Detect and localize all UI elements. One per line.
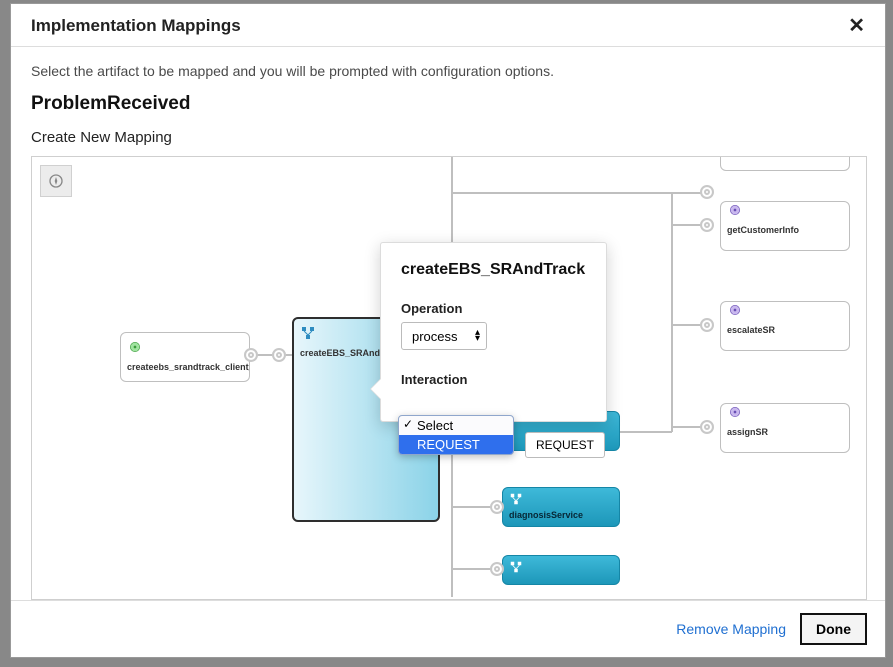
dialog-body: Select the artifact to be mapped and you… <box>11 47 885 600</box>
interaction-label: Interaction <box>401 372 586 387</box>
orient-button[interactable] <box>40 165 72 197</box>
dialog-title: Implementation Mappings <box>31 16 241 36</box>
node-diagnosis-service[interactable]: diagnosisService <box>502 487 620 527</box>
interaction-option-request[interactable]: REQUEST <box>399 435 513 454</box>
node-get-customer-info-label: getCustomerInfo <box>721 223 849 237</box>
dialog-subtitle: Select the artifact to be mapped and you… <box>31 63 865 79</box>
dialog-footer: Remove Mapping Done <box>11 600 885 657</box>
chevron-updown-icon: ▴▾ <box>475 330 480 342</box>
port[interactable] <box>490 500 504 514</box>
operation-select[interactable]: process ▴▾ <box>401 322 487 350</box>
node-teal-lower[interactable] <box>502 555 620 585</box>
node-client-ep[interactable]: createebs_srandtrack_client_ep <box>120 332 250 382</box>
port[interactable] <box>700 318 714 332</box>
port[interactable] <box>700 218 714 232</box>
port[interactable] <box>244 348 258 362</box>
gear-purple-icon <box>727 407 743 424</box>
dialog-header: Implementation Mappings ✕ <box>11 4 885 47</box>
interaction-option-select[interactable]: Select <box>399 416 513 435</box>
node-escalate-sr-label: escalateSR <box>721 323 849 337</box>
flow-icon <box>300 325 316 341</box>
operation-label: Operation <box>401 301 586 316</box>
node-client-ep-label: createebs_srandtrack_client_ep <box>121 360 249 378</box>
port[interactable] <box>490 562 504 576</box>
node-escalate-sr[interactable]: escalateSR <box>720 301 850 351</box>
interaction-value-pill[interactable]: REQUEST <box>525 432 605 458</box>
remove-mapping-link[interactable]: Remove Mapping <box>676 621 786 637</box>
port[interactable] <box>700 185 714 199</box>
flow-icon <box>509 560 523 574</box>
dialog-implementation-mappings: Implementation Mappings ✕ Select the art… <box>10 3 886 658</box>
node-svc-top-cut[interactable] <box>720 157 850 171</box>
node-get-customer-info[interactable]: getCustomerInfo <box>720 201 850 251</box>
operation-select-value: process <box>412 329 458 344</box>
gear-purple-icon <box>727 205 743 222</box>
port[interactable] <box>700 420 714 434</box>
gear-green-icon <box>127 339 143 355</box>
node-assign-sr[interactable]: assignSR <box>720 403 850 453</box>
node-diagnosis-service-label: diagnosisService <box>503 510 619 524</box>
flow-icon <box>509 492 523 506</box>
popover-title: createEBS_SRAndTrack <box>401 261 586 279</box>
done-button[interactable]: Done <box>800 613 867 645</box>
close-icon[interactable]: ✕ <box>848 16 865 36</box>
gear-purple-icon <box>727 305 743 322</box>
diagram-canvas[interactable]: createebs_srandtrack_client_ep createEBS… <box>31 156 867 600</box>
page-subheading: Create New Mapping <box>31 129 865 146</box>
port[interactable] <box>272 348 286 362</box>
node-assign-sr-label: assignSR <box>721 425 849 439</box>
compass-icon <box>48 173 64 189</box>
interaction-dropdown[interactable]: Select REQUEST <box>398 415 514 455</box>
mapping-popover: createEBS_SRAndTrack Operation process ▴… <box>380 242 607 422</box>
page-heading: ProblemReceived <box>31 93 865 115</box>
